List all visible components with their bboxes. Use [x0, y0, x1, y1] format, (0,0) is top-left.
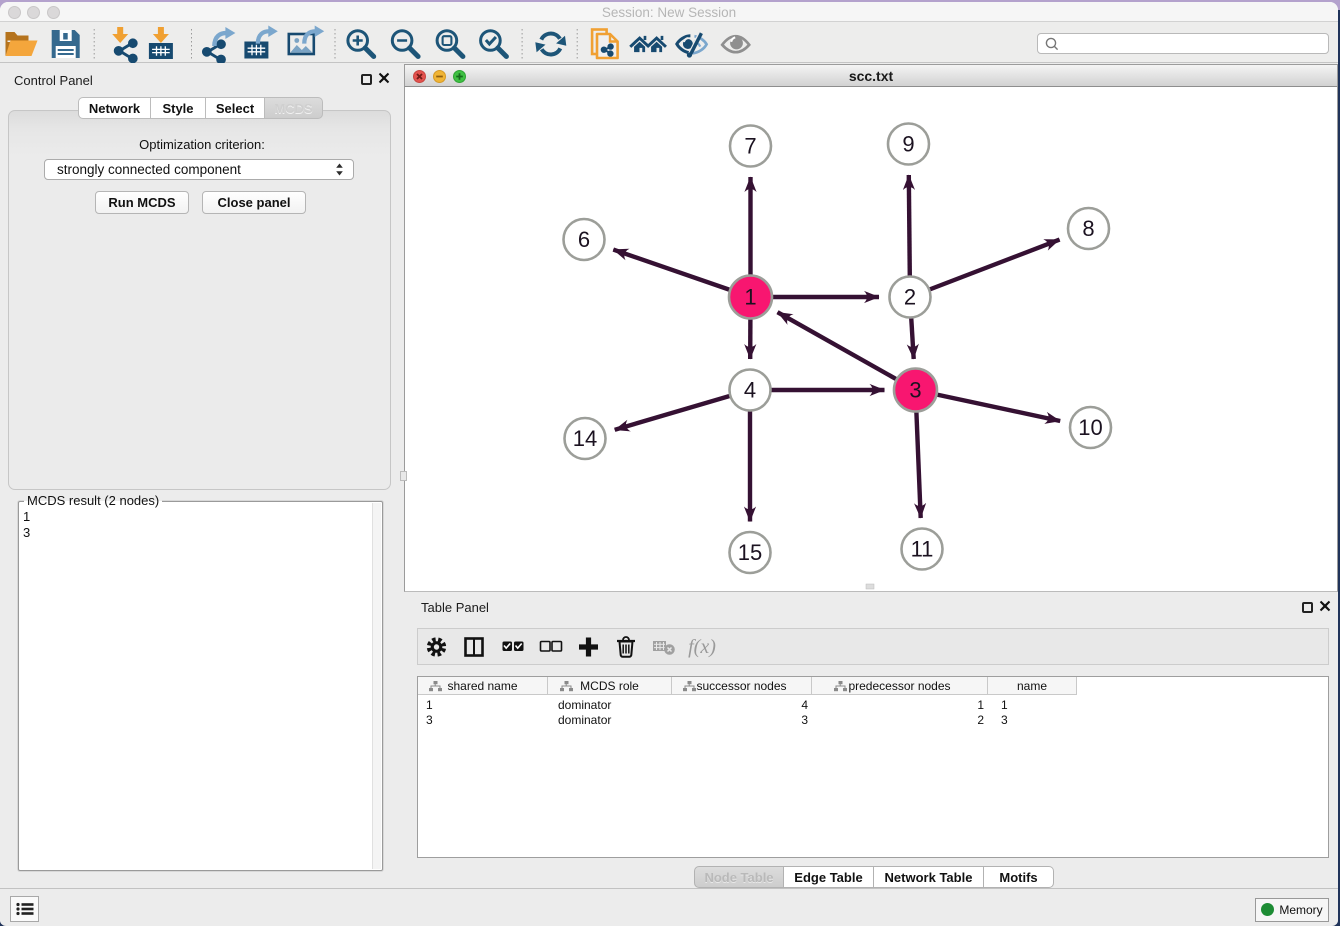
svg-text:f(x): f(x) — [688, 636, 716, 658]
svg-text:4: 4 — [744, 378, 756, 403]
svg-text:8: 8 — [1082, 216, 1094, 241]
svg-text:3: 3 — [909, 378, 921, 403]
svg-text:15: 15 — [738, 540, 762, 565]
svg-text:11: 11 — [911, 537, 934, 562]
svg-text:6: 6 — [578, 227, 590, 252]
svg-text:10: 10 — [1078, 415, 1102, 440]
svg-text:1: 1 — [744, 285, 756, 310]
svg-text:9: 9 — [902, 132, 914, 157]
svg-text:7: 7 — [744, 134, 756, 159]
svg-text:14: 14 — [573, 426, 597, 451]
svg-text:2: 2 — [904, 285, 916, 310]
